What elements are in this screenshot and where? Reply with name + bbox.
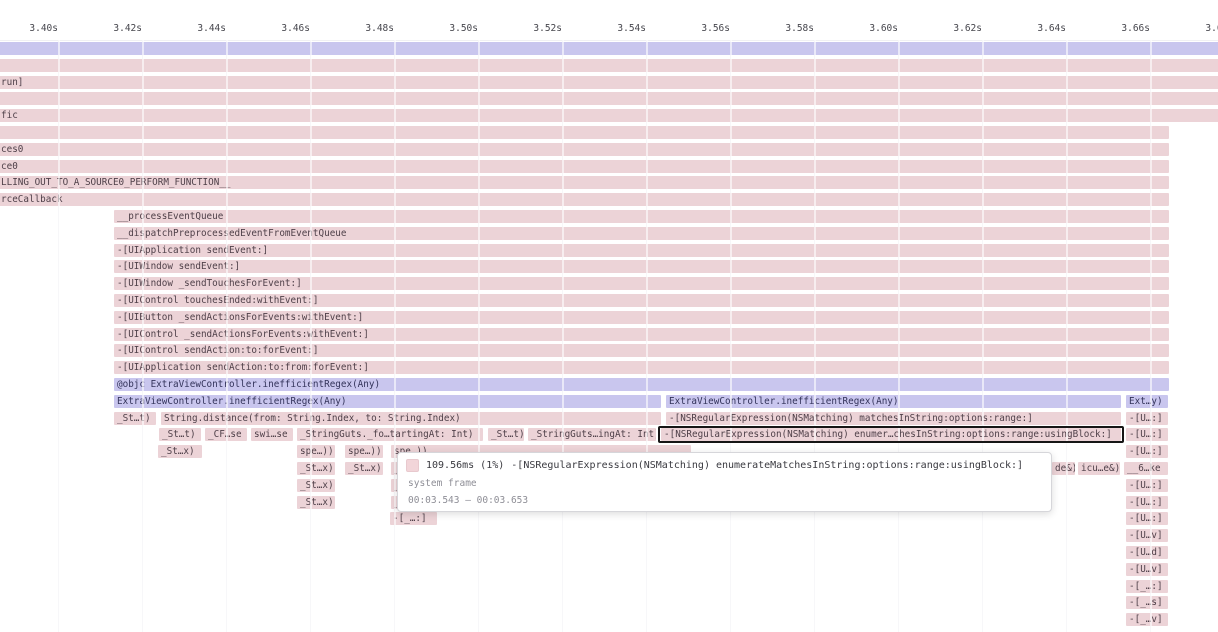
flame-bar[interactable]: -[UIControl sendAction:to:forEvent:]	[114, 344, 1169, 357]
flame-bar[interactable]: _St…x)	[297, 496, 335, 509]
flame-bar[interactable]: _StringGuts._fo…tartingAt: Int)	[297, 428, 483, 441]
flame-bar[interactable]: LLING_OUT_TO_A_SOURCE0_PERFORM_FUNCTION_…	[0, 176, 1169, 189]
gridline	[982, 40, 984, 632]
flame-bar[interactable]: -[_…:]	[1126, 580, 1168, 593]
flame-bar[interactable]	[0, 126, 1169, 139]
flame-bar[interactable]: icu…e&)	[1078, 462, 1120, 475]
tooltip-time-range: 00:03.543 — 00:03.653	[408, 495, 1041, 506]
flame-bar[interactable]: -[U…:]	[1126, 496, 1168, 509]
tooltip-title-line: 109.56ms (1%) -[NSRegularExpression(NSMa…	[406, 459, 1041, 472]
flame-bar[interactable]: _St…x)	[297, 479, 335, 492]
flame-bar[interactable]: ExtraViewController.inefficientRegex(Any…	[666, 395, 1121, 408]
flame-bar[interactable]: run]	[0, 76, 1218, 89]
gridline	[1066, 40, 1068, 632]
tooltip-symbol: -[NSRegularExpression(NSMatching) enumer…	[511, 460, 1023, 471]
flame-bar[interactable]	[0, 42, 1218, 55]
flame-bar[interactable]: @objc ExtraViewController.inefficientReg…	[114, 378, 1169, 391]
flame-bar[interactable]: -[U…v]	[1126, 529, 1168, 542]
flame-bar[interactable]: -[U…:]	[1126, 428, 1168, 441]
flame-bar[interactable]: _St…x)	[297, 462, 335, 475]
flame-bar[interactable]: -[_…s]	[1126, 596, 1168, 609]
flame-bar[interactable]: -[UIControl _sendActionsForEvents:withEv…	[114, 328, 1169, 341]
frame-color-swatch-icon	[406, 459, 419, 472]
flame-bar[interactable]: -[U…:]	[1126, 412, 1168, 425]
flame-bar[interactable]: _St…t)	[159, 428, 201, 441]
flame-bar[interactable]: -[U…d]	[1126, 546, 1168, 559]
gridline	[58, 40, 60, 632]
gridline	[1150, 40, 1152, 632]
flame-bar[interactable]: -[U…:]	[1126, 445, 1168, 458]
frame-tooltip: 109.56ms (1%) -[NSRegularExpression(NSMa…	[397, 452, 1052, 512]
gridline	[142, 40, 144, 632]
flame-bar[interactable]: _StringGuts…ingAt: Int)	[528, 428, 656, 441]
gridline	[814, 40, 816, 632]
flame-bar[interactable]: _St…x)	[158, 445, 202, 458]
flame-bar[interactable]: -[UIButton _sendActionsForEvents:withEve…	[114, 311, 1169, 324]
flame-bar[interactable]	[0, 92, 1218, 105]
gridline	[394, 40, 396, 632]
gridline	[646, 40, 648, 632]
flame-bar[interactable]: -[U…v]	[1126, 563, 1168, 576]
gridline	[478, 40, 480, 632]
flame-bar[interactable]: Ext…y)	[1126, 395, 1168, 408]
gridline	[562, 40, 564, 632]
flame-bar[interactable]: ces0	[0, 143, 1169, 156]
flame-bar[interactable]: swi…se	[251, 428, 293, 441]
flame-bar[interactable]: -[U…:]	[1126, 512, 1168, 525]
flame-bar[interactable]: spe…))	[297, 445, 335, 458]
gridline	[226, 40, 228, 632]
flame-bar[interactable]: de&)	[1052, 462, 1075, 475]
flame-bar[interactable]: -[U…:]	[1126, 479, 1168, 492]
tooltip-frame-type: system frame	[408, 478, 1041, 489]
gridline	[898, 40, 900, 632]
flame-bar[interactable]: -[UIWindow _sendTouchesForEvent:]	[114, 277, 1169, 290]
flame-bar[interactable]: spe…))	[345, 445, 383, 458]
flame-bar[interactable]: fic	[0, 109, 1218, 122]
flame-chart: run] fic ces0 ce0 LLING_OUT_TO_A_SOURCE0_PER…	[0, 0, 1218, 632]
flame-bar[interactable]: String.distance(from: String.Index, to: …	[161, 412, 661, 425]
flame-bar[interactable]: -[_…:]	[390, 512, 437, 525]
flame-bar[interactable]: __processEventQueue	[114, 210, 1169, 223]
flame-bar[interactable]: rceCallback	[0, 193, 1169, 206]
flame-bar[interactable]: -[UIWindow sendEvent:]	[114, 260, 1169, 273]
flame-bar[interactable]: ce0	[0, 160, 1169, 173]
gridline	[730, 40, 732, 632]
flame-bar[interactable]: ExtraViewController.inefficientRegex(Any…	[114, 395, 661, 408]
flame-bar[interactable]: _St…t)	[114, 412, 156, 425]
flame-bar[interactable]: -[UIApplication sendEvent:]	[114, 244, 1169, 257]
flame-bar[interactable]: _St…t)	[488, 428, 524, 441]
flame-bar[interactable]: -[UIApplication sendAction:to:from:forEv…	[114, 361, 1169, 374]
flame-bar[interactable]: -[UIControl touchesEnded:withEvent:]	[114, 294, 1169, 307]
flame-bar[interactable]: -[_…v]	[1126, 613, 1168, 626]
flame-bar[interactable]: -[NSRegularExpression(NSMatching) matche…	[666, 412, 1121, 425]
tooltip-duration: 109.56ms (1%)	[426, 460, 504, 471]
flame-bar[interactable]: __6…ke	[1124, 462, 1168, 475]
gridline	[310, 40, 312, 632]
flame-bar[interactable]: __dispatchPreprocessedEventFromEventQueu…	[114, 227, 1169, 240]
flame-bar[interactable]	[0, 59, 1218, 72]
flame-bar[interactable]: _St…x)	[345, 462, 383, 475]
